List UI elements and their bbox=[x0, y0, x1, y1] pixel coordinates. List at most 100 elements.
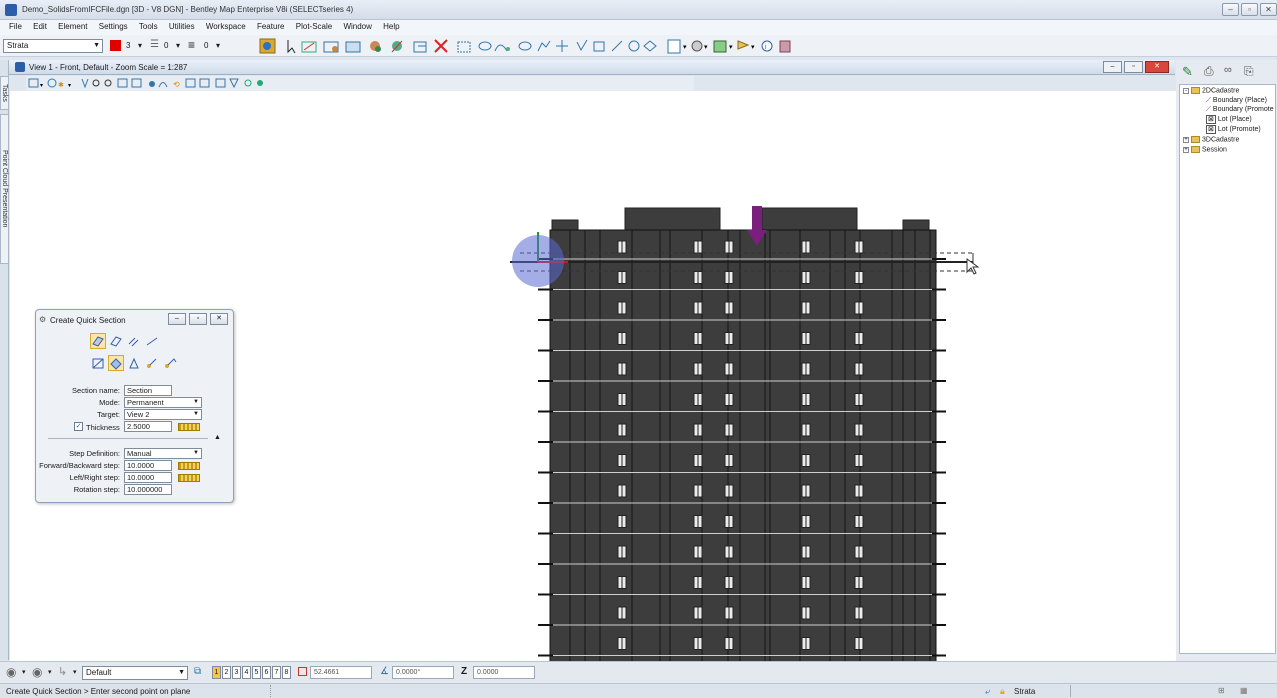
rotation-step-field[interactable]: 10.000000 bbox=[124, 484, 172, 495]
chevron-down-icon[interactable]: ▾ bbox=[73, 668, 77, 676]
level-combo[interactable]: Strata ▼ bbox=[3, 39, 103, 53]
printer-icon[interactable]: ⎙ bbox=[1204, 64, 1214, 79]
dialog-tool-icon: ⚙ bbox=[39, 315, 47, 324]
menu-utilities[interactable]: Utilities bbox=[169, 22, 195, 31]
target-select[interactable]: View 2 ▼ bbox=[124, 409, 202, 420]
section-type-plane-icon[interactable] bbox=[108, 355, 124, 371]
measure-distance-icon[interactable] bbox=[178, 423, 200, 431]
view-button-6[interactable]: 6 bbox=[262, 666, 271, 679]
tool-icons-strip[interactable]: ▾ ▾ ▾ ▾ i bbox=[240, 37, 840, 55]
svg-text:▾: ▾ bbox=[68, 83, 71, 89]
collapse-icon[interactable]: - bbox=[1183, 87, 1189, 94]
chevron-down-icon[interactable]: ▾ bbox=[22, 668, 26, 676]
expand-icon[interactable]: + bbox=[1183, 146, 1189, 153]
tree-item-lot-promote[interactable]: ⊠ Lot (Promote) bbox=[1206, 125, 1261, 134]
view-control-icons[interactable]: ▾ ✱ ▾ ⟲ bbox=[26, 76, 316, 91]
view-button-8[interactable]: 8 bbox=[282, 666, 291, 679]
section-method-outline-icon[interactable] bbox=[108, 333, 124, 349]
window-title: Demo_SolidsFromIFCFile.dgn [3D - V8 DGN]… bbox=[22, 5, 354, 14]
thickness-field[interactable]: 2.5000 bbox=[124, 421, 172, 432]
section-type-flip-icon[interactable] bbox=[162, 355, 178, 371]
section-method-line-icon[interactable] bbox=[144, 333, 160, 349]
angle-field[interactable]: 0.0000° bbox=[392, 666, 454, 679]
forward-backward-step-label: Forward/Backward step: bbox=[39, 461, 120, 470]
menu-help[interactable]: Help bbox=[383, 22, 399, 31]
menu-bar: File Edit Element Settings Tools Utiliti… bbox=[0, 20, 1277, 35]
menu-plot-scale[interactable]: Plot-Scale bbox=[296, 22, 332, 31]
tab-point-cloud-presentation[interactable]: Point Cloud Presentation bbox=[0, 114, 9, 264]
section-type-rectangle-icon[interactable] bbox=[90, 355, 106, 371]
tree-item-2dcadastre[interactable]: - 2DCadastre bbox=[1183, 87, 1239, 94]
dialog-close-button[interactable]: ✕ bbox=[210, 313, 228, 325]
menu-file[interactable]: File bbox=[9, 22, 22, 31]
forward-icon[interactable]: ◉ bbox=[32, 665, 42, 679]
color-swatch[interactable] bbox=[110, 40, 121, 51]
chevron-down-icon[interactable]: ▾ bbox=[138, 41, 142, 50]
view-restore-button[interactable]: ▫ bbox=[1124, 61, 1143, 73]
down-arrow-icon bbox=[747, 206, 767, 246]
view-button-4[interactable]: 4 bbox=[242, 666, 251, 679]
minimize-button[interactable]: – bbox=[1222, 3, 1239, 16]
bend-arrow-icon[interactable]: ↳ bbox=[58, 665, 67, 678]
maximize-button[interactable]: ▫ bbox=[1241, 3, 1258, 16]
pencil-icon[interactable]: ✎ bbox=[1182, 64, 1193, 80]
view-button-7[interactable]: 7 bbox=[272, 666, 281, 679]
view-groups-icon[interactable]: ⧉ bbox=[194, 666, 201, 677]
section-method-plane-icon[interactable] bbox=[90, 333, 106, 349]
tab-tasks[interactable]: Tasks bbox=[0, 76, 9, 110]
close-button[interactable]: ✕ bbox=[1260, 3, 1277, 16]
thickness-label: Thickness bbox=[86, 423, 120, 432]
tree-item-lot-place[interactable]: ⊠ Lot (Place) bbox=[1206, 115, 1252, 124]
section-method-parallel-icon[interactable] bbox=[126, 333, 142, 349]
lock-icon[interactable]: 🔒︎ bbox=[1000, 686, 1005, 697]
measure-distance-icon[interactable] bbox=[178, 474, 200, 482]
table-icon[interactable]: ▦ bbox=[1240, 686, 1248, 695]
document-search-icon[interactable]: ⎘ bbox=[1244, 64, 1254, 79]
back-icon[interactable]: ◉ bbox=[6, 665, 16, 679]
step-definition-select[interactable]: Manual ▼ bbox=[124, 448, 202, 459]
binoculars-icon[interactable]: ∞ bbox=[1224, 64, 1232, 76]
menu-settings[interactable]: Settings bbox=[99, 22, 128, 31]
tree-item-label: Lot (Promote) bbox=[1217, 126, 1261, 133]
view-button-1[interactable]: 1 bbox=[212, 666, 221, 679]
tree-item-3dcadastre[interactable]: +3DCadastre bbox=[1183, 136, 1239, 143]
snap-icon[interactable]: ⤶ bbox=[985, 686, 990, 697]
svg-text:▾: ▾ bbox=[704, 44, 708, 51]
section-type-move-icon[interactable] bbox=[144, 355, 160, 371]
menu-tools[interactable]: Tools bbox=[139, 22, 158, 31]
z-field[interactable]: 0.0000 bbox=[473, 666, 535, 679]
weight-value: 0 bbox=[204, 41, 209, 50]
view-button-5[interactable]: 5 bbox=[252, 666, 261, 679]
view-button-2[interactable]: 2 bbox=[222, 666, 231, 679]
menu-element[interactable]: Element bbox=[58, 22, 87, 31]
view-button-3[interactable]: 3 bbox=[232, 666, 241, 679]
forward-backward-step-field[interactable]: 10.0000 bbox=[124, 460, 172, 471]
chevron-down-icon[interactable]: ▾ bbox=[48, 668, 52, 676]
expand-icon[interactable]: + bbox=[1183, 136, 1189, 143]
section-type-rotate-icon[interactable] bbox=[126, 355, 142, 371]
view-close-button[interactable]: ✕ bbox=[1145, 61, 1169, 73]
collapse-arrow-icon[interactable]: ▲ bbox=[214, 434, 221, 441]
distance-field[interactable]: 52.4661 bbox=[310, 666, 372, 679]
view-minimize-button[interactable]: – bbox=[1103, 61, 1122, 73]
dialog-maximize-button[interactable]: ▫ bbox=[189, 313, 207, 325]
measure-distance-icon[interactable] bbox=[178, 462, 200, 470]
section-name-field[interactable]: Section bbox=[124, 385, 172, 396]
tree-item-boundary-place[interactable]: ⟋ Boundary (Place) bbox=[1206, 97, 1267, 105]
thickness-checkbox[interactable]: ✓ bbox=[74, 422, 83, 431]
mode-select[interactable]: Permanent ▼ bbox=[124, 397, 202, 408]
menu-workspace[interactable]: Workspace bbox=[206, 22, 246, 31]
menu-window[interactable]: Window bbox=[343, 22, 371, 31]
dialog-minimize-button[interactable]: – bbox=[168, 313, 186, 325]
chevron-down-icon[interactable]: ▾ bbox=[176, 41, 180, 50]
left-right-step-field[interactable]: 10.0000 bbox=[124, 472, 172, 483]
menu-feature[interactable]: Feature bbox=[257, 22, 285, 31]
view-attributes-combo[interactable]: Default ▼ bbox=[82, 666, 188, 680]
menu-edit[interactable]: Edit bbox=[33, 22, 47, 31]
target-value: View 2 bbox=[127, 410, 150, 419]
explorer-panel: ✎ ⎙ ∞ ⎘ - 2DCadastre ⟋ Boundary (Place) ⟋ B… bbox=[1176, 60, 1277, 661]
tree-item-boundary-promote[interactable]: ⟋ Boundary (Promote bbox=[1206, 106, 1274, 114]
grid-icon[interactable]: ⊞ bbox=[1218, 686, 1225, 695]
tree-item-session[interactable]: + Session bbox=[1183, 146, 1227, 153]
chevron-down-icon[interactable]: ▾ bbox=[216, 41, 220, 50]
